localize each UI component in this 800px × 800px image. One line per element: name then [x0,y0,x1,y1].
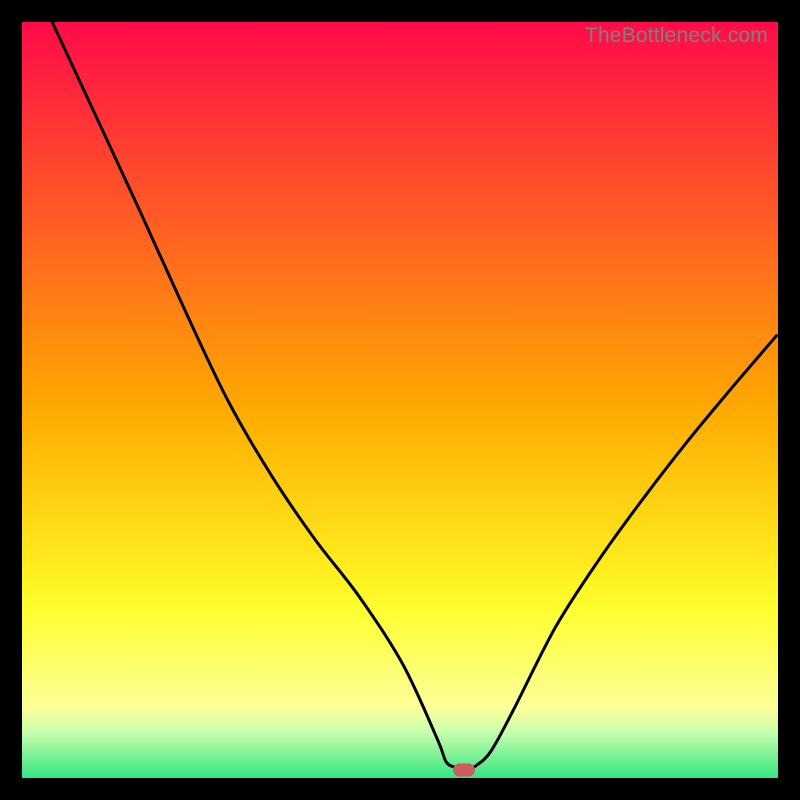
chart-frame: TheBottleneck.com [0,0,800,800]
plot-area: TheBottleneck.com [22,22,778,778]
bottleneck-curve-path [52,22,776,769]
bottleneck-point-marker [453,763,475,776]
curve-svg [22,22,778,778]
